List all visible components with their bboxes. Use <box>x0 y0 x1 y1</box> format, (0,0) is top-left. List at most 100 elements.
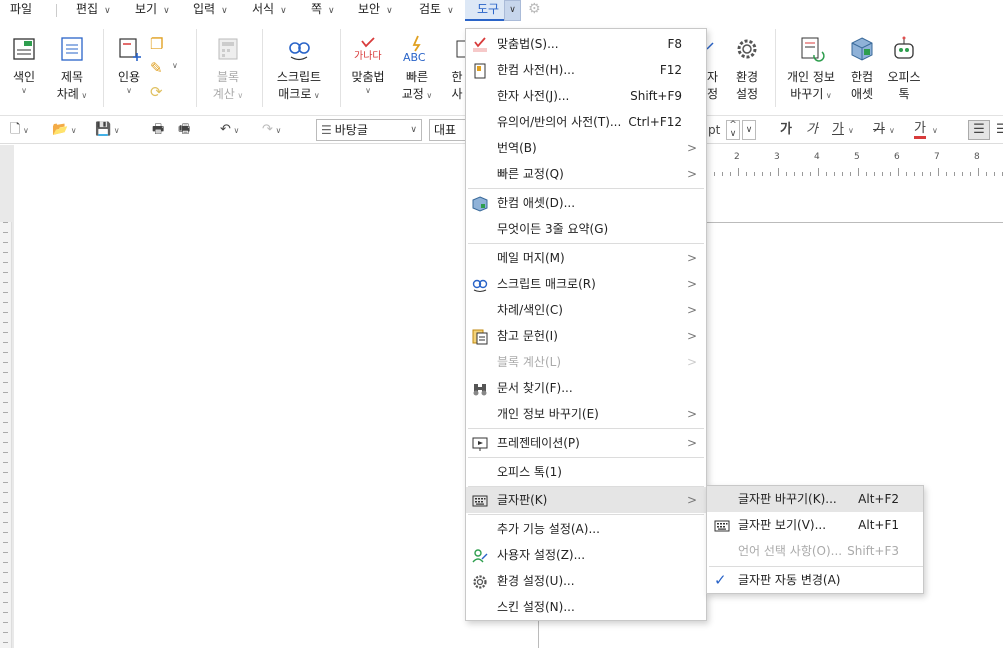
menu-item-find-document[interactable]: 문서 찾기(F)... <box>466 375 706 401</box>
menu-item-hanja-dictionary[interactable]: 한자 사전(J)... Shift+F9 <box>466 83 706 109</box>
redo-icon[interactable]: ↷ ∨ <box>262 121 281 139</box>
size-dropdown-icon[interactable]: ∨ <box>742 120 756 140</box>
script-macro-button[interactable]: 스크립트 매크로 ∨ <box>272 35 326 104</box>
menu-format[interactable]: 서식 ∨ <box>252 0 287 21</box>
horizontal-ruler[interactable]: 2 3 4 5 6 7 8 <box>706 148 1003 176</box>
submenu-item-auto-switch[interactable]: ✓ 글자판 자동 변경(A) <box>707 567 923 593</box>
block-calc-button[interactable]: 블록 계산 ∨ <box>211 35 245 104</box>
ruler-tick <box>3 272 8 273</box>
menu-item-user-settings[interactable]: 사용자 설정(Z)... <box>466 542 706 568</box>
quick-fix-button[interactable]: ABC 빠른 교정 ∨ <box>400 35 434 104</box>
menu-tools-chevron-icon[interactable]: ∨ <box>504 0 521 21</box>
spell-check-button[interactable]: 가나다 맞춤법 ∨ <box>348 35 388 96</box>
cite-button[interactable]: 인용 ∨ <box>112 35 146 96</box>
menu-item-quick-fix[interactable]: 빠른 교정(Q) > <box>466 161 706 187</box>
ruler-tick <box>834 172 835 176</box>
hanja-button[interactable]: 한 사 <box>448 35 466 103</box>
align-left-icon[interactable]: ☰ <box>996 121 1003 139</box>
ribbon-divider <box>196 29 197 107</box>
menu-item-addon-settings[interactable]: 추가 기능 설정(A)... <box>466 516 706 542</box>
chevron-down-icon[interactable]: ∨ <box>172 61 178 70</box>
menu-item-env-settings[interactable]: 환경 설정(U)... <box>466 568 706 594</box>
hancom-asset-button[interactable]: 한컴 애셋 <box>846 35 878 103</box>
ruler-tick <box>3 332 8 333</box>
menu-item-label: 유의어/반의어 사전(T)... <box>497 115 622 129</box>
align-justify-icon[interactable]: ☰ <box>968 120 990 140</box>
submenu-item-change-keyboard[interactable]: 글자판 바꾸기(K)... Alt+F2 <box>707 486 923 512</box>
ruler-tick <box>826 172 827 176</box>
menu-item-summary[interactable]: 무엇이든 3줄 요약(G) <box>466 216 706 242</box>
italic-button[interactable]: 가 <box>806 121 818 139</box>
submenu-item-shortcut: Alt+F2 <box>858 492 899 506</box>
menu-item-skin-settings[interactable]: 스킨 설정(N)... <box>466 594 706 620</box>
menu-item-label: 빠른 교정(Q) <box>497 167 564 181</box>
menu-file[interactable]: 파일 <box>10 0 32 21</box>
dictionary-icon <box>472 62 488 79</box>
bold-button[interactable]: 가 <box>780 121 792 139</box>
menu-review[interactable]: 검토 ∨ <box>419 0 454 21</box>
menu-item-toc-index[interactable]: 차례/색인(C) > <box>466 297 706 323</box>
chevron-down-icon: ∨ <box>21 86 27 95</box>
menu-item-hancom-asset[interactable]: 한컴 애셋(D)... <box>466 190 706 216</box>
charmap-button[interactable]: 자 정 <box>707 35 723 103</box>
font-color-button[interactable]: 가 <box>914 121 926 139</box>
print-icon[interactable]: 🖶 <box>152 121 164 139</box>
vertical-ruler[interactable] <box>0 222 12 648</box>
submenu-item-language-options[interactable]: 언어 선택 사항(O)... Shift+F3 <box>707 538 923 564</box>
ruler-tick <box>3 322 8 323</box>
menu-item-references[interactable]: 참고 문헌(I) > <box>466 323 706 349</box>
menu-insert[interactable]: 입력 ∨ <box>193 0 228 21</box>
menu-edit[interactable]: 편집 ∨ <box>76 0 111 21</box>
style-select[interactable]: ☰ 바탕글 ∨ <box>316 119 422 141</box>
script-macro-label-1: 스크립트 <box>276 70 322 84</box>
copy-icon[interactable]: ❐ <box>150 35 163 53</box>
menu-item-mail-merge[interactable]: 메일 머지(M) > <box>466 245 706 271</box>
new-document-icon[interactable]: 🗋 ∨ <box>10 121 29 139</box>
menu-view[interactable]: 보기 ∨ <box>135 0 170 21</box>
chevron-right-icon: > <box>686 436 697 450</box>
submenu-item-label: 글자판 자동 변경(A) <box>738 573 841 587</box>
ruler-tick <box>3 582 8 583</box>
office-talk-button[interactable]: 오피스 톡 <box>885 35 923 103</box>
presentation-icon <box>472 435 488 451</box>
toc-button[interactable]: 제목 차례 ∨ <box>52 35 92 104</box>
menu-item-spell-check[interactable]: 맞춤법(S)... F8 <box>466 31 706 57</box>
menu-item-thesaurus[interactable]: 유의어/반의어 사전(T)... Ctrl+F12 <box>466 109 706 135</box>
ruler-label: 2 <box>734 152 740 162</box>
menu-item-shortcut: F12 <box>659 63 682 77</box>
menu-item-hancom-dictionary[interactable]: 한컴 사전(H)... F12 <box>466 57 706 83</box>
ruler-tick <box>3 352 8 353</box>
menu-item-script-macro[interactable]: 스크립트 매크로(R) > <box>466 271 706 297</box>
refresh-icon[interactable]: ⟳ <box>150 83 163 101</box>
privacy-button[interactable]: 개인 정보 바꾸기 ∨ <box>783 35 839 104</box>
menu-item-block-calc[interactable]: 블록 계산(L) > <box>466 349 706 375</box>
menu-item-keyboard[interactable]: 글자판(K) > <box>466 487 706 513</box>
ruler-tick <box>746 172 747 176</box>
size-spinner[interactable]: ^ ∨ <box>726 120 740 140</box>
print-preview-icon[interactable]: 🖷 <box>178 121 190 139</box>
index-button[interactable]: 색인 ∨ <box>8 35 40 96</box>
cite-icon <box>115 35 143 63</box>
underline-button[interactable]: 가 <box>832 121 844 139</box>
ruler-tick <box>3 362 8 363</box>
menu-page[interactable]: 쪽 ∨ <box>311 0 335 21</box>
edit-pencil-icon[interactable]: ✎ <box>150 59 163 77</box>
menu-security[interactable]: 보안 ∨ <box>358 0 393 21</box>
menu-item-translate[interactable]: 번역(B) > <box>466 135 706 161</box>
submenu-item-view-keyboard[interactable]: 글자판 보기(V)... Alt+F1 <box>707 512 923 538</box>
open-folder-icon[interactable]: 📂 ∨ <box>52 121 77 139</box>
font-select[interactable]: 대표 <box>429 119 465 141</box>
save-icon[interactable]: 💾 ∨ <box>95 121 120 139</box>
ribbon-divider <box>103 29 104 107</box>
strikethrough-button[interactable]: 가 <box>873 121 885 139</box>
menu-item-presentation[interactable]: 프레젠테이션(P) > <box>466 430 706 456</box>
collaboration-icon[interactable]: ⚙ <box>528 0 541 21</box>
ruler-tick <box>3 232 8 233</box>
menu-item-office-talk[interactable]: 오피스 톡(1) <box>466 459 706 485</box>
env-settings-button[interactable]: 환경 설정 <box>730 35 764 103</box>
undo-icon[interactable]: ↶ ∨ <box>220 121 239 139</box>
menu-item-privacy[interactable]: 개인 정보 바꾸기(E) > <box>466 401 706 427</box>
chevron-right-icon: > <box>686 493 697 507</box>
charmap-icon <box>707 35 723 63</box>
ruler-label: 3 <box>774 152 780 162</box>
